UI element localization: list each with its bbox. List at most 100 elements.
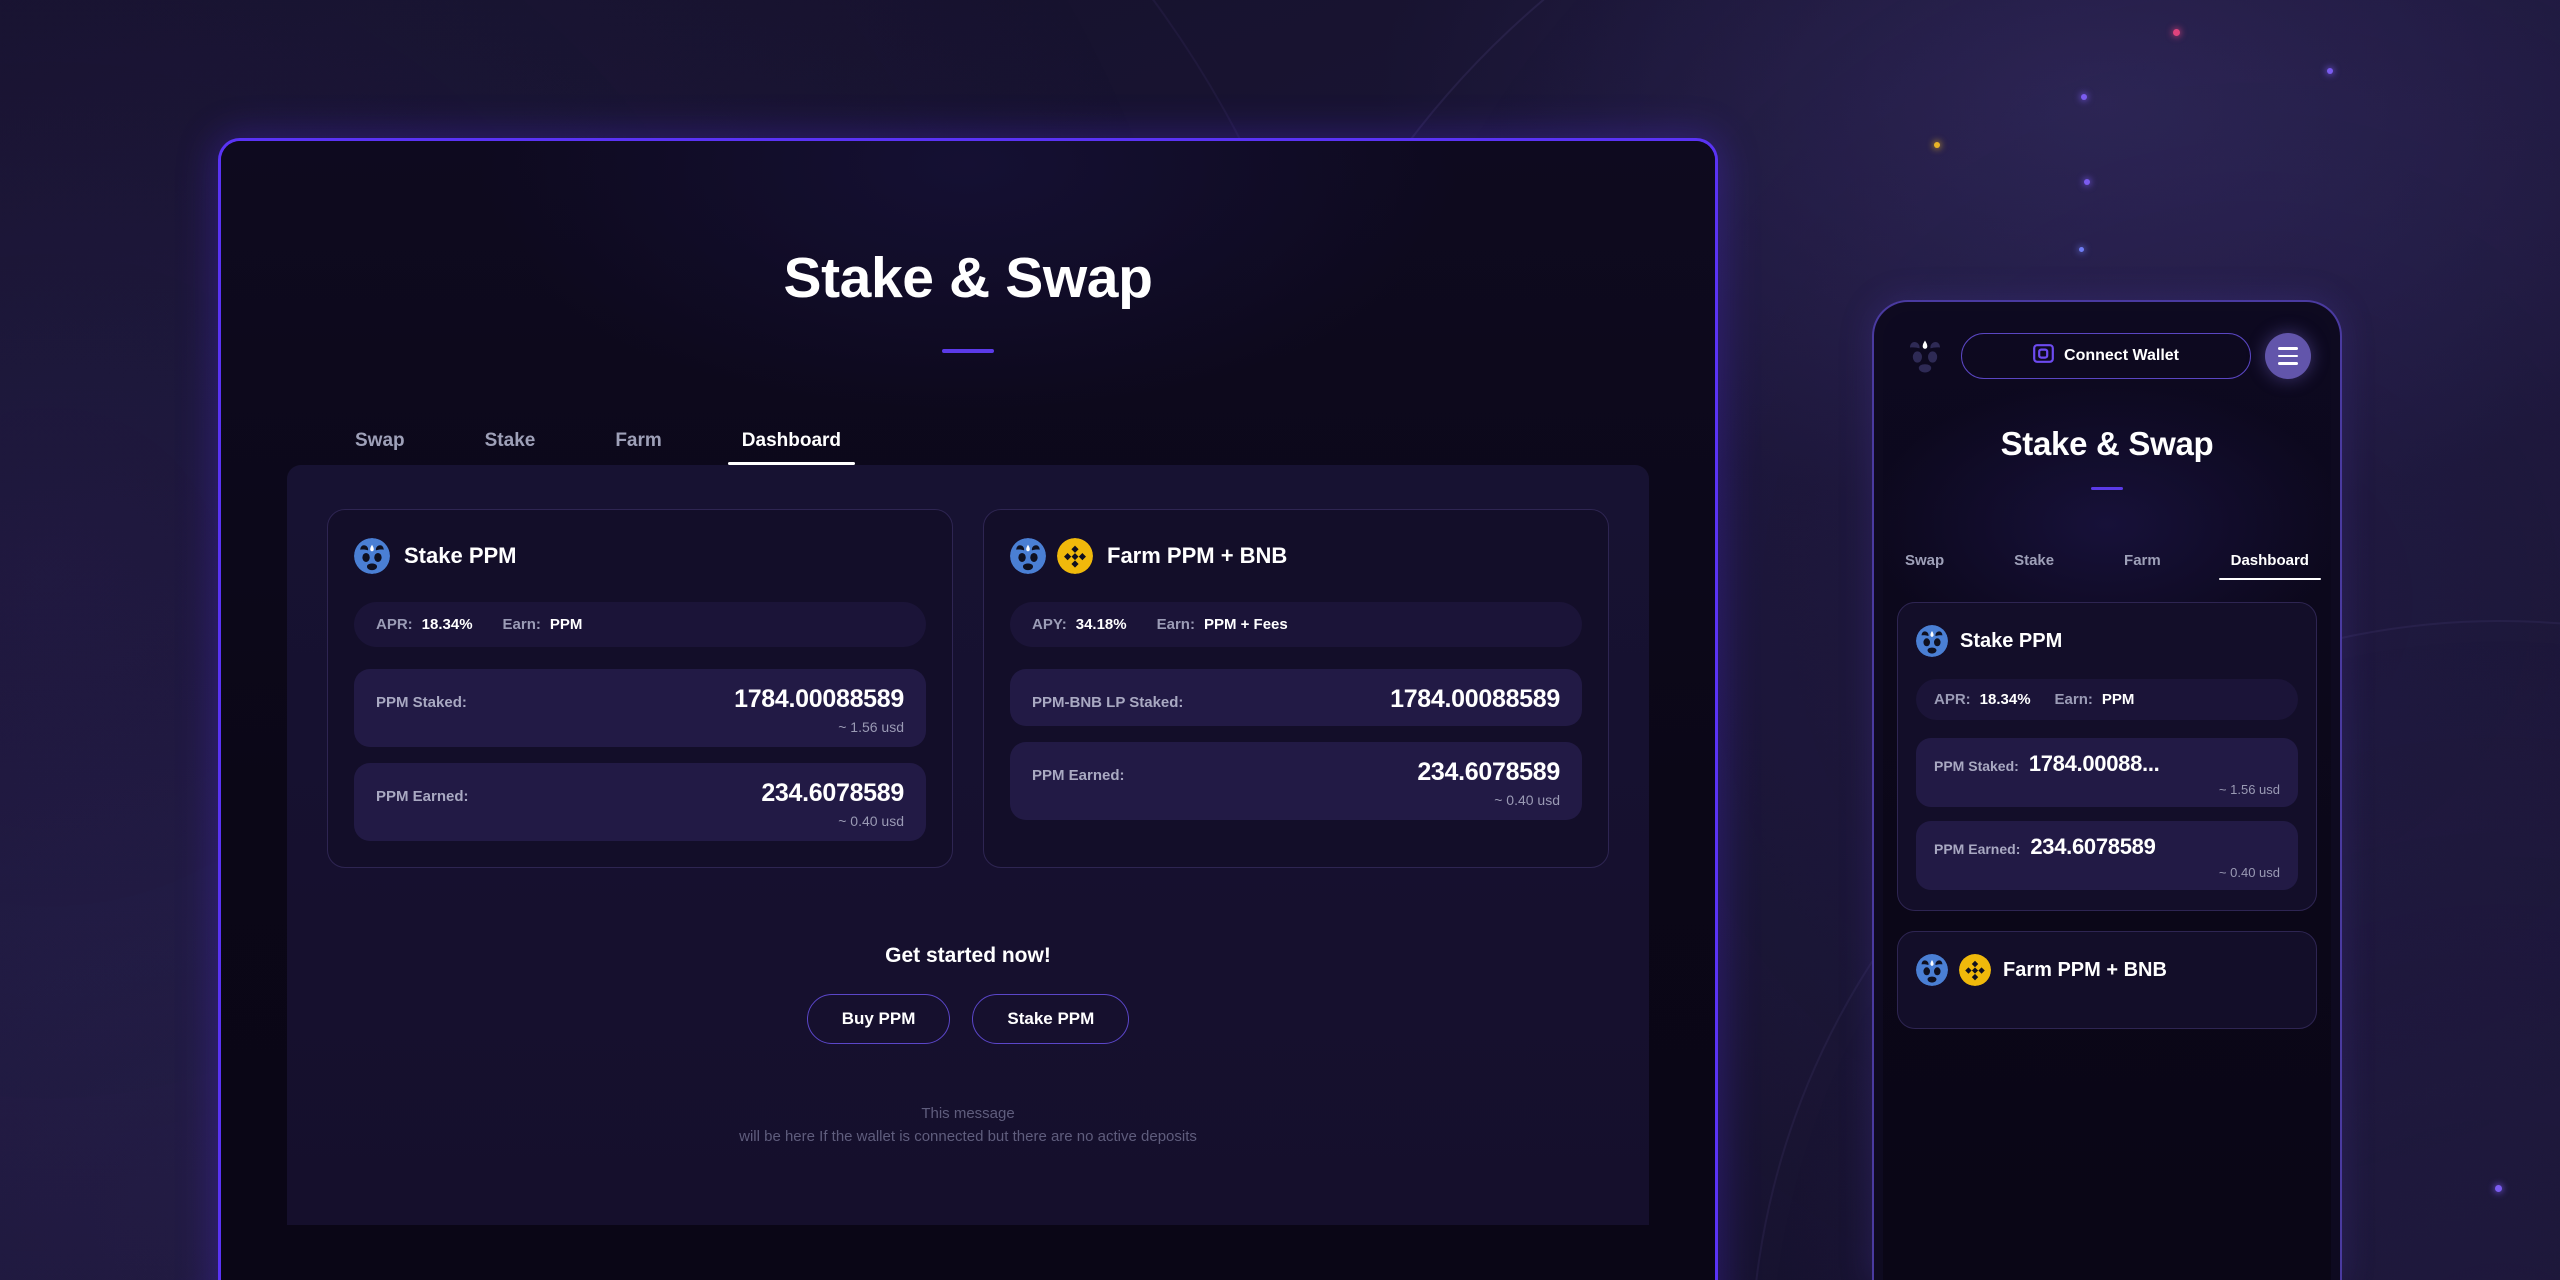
tab-farm[interactable]: Farm	[601, 430, 675, 465]
pool-stat-label: PPM Earned:	[1032, 767, 1125, 784]
coin-pair	[1916, 954, 1991, 986]
pool-meta-label: Earn:	[2054, 691, 2093, 708]
empty-state-note: This message will be here If the wallet …	[327, 1102, 1609, 1149]
tab-stake[interactable]: Stake	[2004, 552, 2064, 580]
mobile-page-title: Stake & Swap	[2000, 425, 2214, 462]
pool-stat-usd: ~ 0.40 usd	[1494, 792, 1560, 808]
pool-stat-usd: ~ 0.40 usd	[2218, 865, 2280, 880]
panda-logo-icon	[1910, 340, 1940, 373]
pool-stat-label: PPM Staked:	[376, 694, 467, 711]
background-star	[2327, 68, 2333, 74]
mobile-tab-bar[interactable]: Swap Stake Farm Dashboard	[1883, 536, 2331, 583]
pool-stat-usd: ~ 0.40 usd	[838, 813, 904, 829]
connect-wallet-button[interactable]: Connect Wallet	[1961, 333, 2251, 379]
hamburger-menu-button[interactable]	[2265, 333, 2311, 379]
wallet-icon	[2033, 344, 2054, 368]
bnb-coin-icon	[1959, 954, 1991, 986]
page-title: Stake & Swap	[783, 246, 1153, 310]
background-star	[2173, 29, 2180, 36]
tab-dashboard[interactable]: Dashboard	[703, 408, 880, 469]
pool-stat-value: 1784.00088589	[734, 685, 904, 713]
pool-stat-usd: ~ 1.56 usd	[838, 719, 904, 735]
desktop-mockup: Stake & Swap Swap Stake Farm Dashboard Stak…	[218, 138, 1718, 1280]
desktop-hero: Stake & Swap	[221, 141, 1715, 353]
pool-stat-value: 234.6078589	[761, 779, 904, 807]
hamburger-bar	[2278, 347, 2298, 350]
pool-stat-label: PPM Staked:	[1934, 758, 2019, 774]
ppm-coin-icon	[1916, 954, 1948, 986]
pool-stat-value: 1784.00088...	[2028, 751, 2160, 776]
pool-meta-label: Earn:	[502, 616, 541, 633]
tab-dashboard[interactable]: Dashboard	[2204, 536, 2331, 583]
wallet-icon	[2033, 344, 2054, 363]
empty-state-note-line1: This message	[921, 1105, 1015, 1122]
pool-stat-value: 234.6078589	[1417, 758, 1560, 786]
background-star	[2079, 247, 2084, 252]
pool-meta-label: Earn:	[1156, 616, 1195, 633]
tab-swap[interactable]: Swap	[1895, 552, 1954, 580]
title-divider	[942, 349, 994, 353]
pool-card: Farm PPM + BNB APY: 34.18% Earn: PPM + Fees P…	[983, 509, 1609, 868]
bnb-coin-icon	[1057, 538, 1093, 574]
pool-meta-item: Earn: PPM + Fees	[1157, 616, 1288, 633]
get-started-title: Get started now!	[885, 944, 1051, 967]
coin-pair	[1916, 625, 1948, 657]
pool-card-title: Farm PPM + BNB	[1107, 543, 1288, 568]
background-star	[2084, 179, 2090, 185]
empty-state-note-line2: will be here If the wallet is connected …	[739, 1128, 1197, 1146]
ppm-coin-icon	[354, 538, 390, 574]
pool-meta-item: Earn: PPM	[503, 616, 583, 633]
mobile-hero: Stake & Swap	[1883, 379, 2331, 490]
hamburger-bar	[2278, 362, 2298, 365]
panda-logo-icon	[1903, 334, 1947, 378]
stake-ppm-button[interactable]: Stake PPM	[972, 994, 1130, 1044]
dashboard-panel: Stake PPM APR: 18.34% Earn: PPM PPM Staked: 17…	[287, 465, 1649, 1225]
pool-meta-label: APR:	[376, 616, 413, 633]
phone-mockup: Connect Wallet Stake & Swap Swap Stake Far…	[1872, 300, 2342, 1280]
pool-stat-row: PPM Earned: 234.6078589 ~ 0.40 usd	[354, 763, 926, 841]
pool-meta-value: 34.18%	[1075, 616, 1127, 633]
pool-stat-label: PPM Earned:	[376, 788, 469, 805]
pool-stat-row: PPM Staked: 1784.00088589 ~ 1.56 usd	[354, 669, 926, 747]
pool-card: Stake PPM APR: 18.34% Earn: PPM PPM Staked: 17…	[1897, 602, 2317, 911]
tab-stake[interactable]: Stake	[471, 430, 550, 465]
pool-stat-label: PPM Earned:	[1934, 841, 2021, 857]
connect-wallet-label: Connect Wallet	[2064, 347, 2179, 364]
pool-stat-usd: ~ 1.56 usd	[2218, 782, 2280, 797]
pool-meta-value: PPM	[549, 616, 583, 633]
pool-stat-row: PPM Earned: 234.6078589 ~ 0.40 usd	[1010, 742, 1582, 820]
pool-meta-value: PPM	[2101, 691, 2135, 708]
tab-bar[interactable]: Swap Stake Farm Dashboard	[221, 408, 1715, 469]
pool-card-title: Stake PPM	[404, 543, 517, 568]
pool-meta-label: APY:	[1032, 616, 1067, 633]
pool-meta-value: 18.34%	[421, 616, 473, 633]
pool-stat-value: 1784.00088589	[1390, 685, 1560, 713]
pool-meta-pill: APR: 18.34% Earn: PPM	[1916, 679, 2298, 720]
pool-card-title: Farm PPM + BNB	[2003, 958, 2167, 981]
pool-card: Farm PPM + BNB	[1897, 931, 2317, 1029]
mobile-header: Connect Wallet	[1883, 311, 2331, 379]
pool-meta-item: Earn: PPM	[2055, 691, 2135, 708]
mobile-title-divider	[2091, 487, 2123, 490]
pool-meta-item: APR: 18.34%	[1934, 691, 2031, 708]
pool-stat-label: PPM-BNB LP Staked:	[1032, 694, 1184, 711]
coin-pair	[1010, 538, 1093, 574]
buy-ppm-button[interactable]: Buy PPM	[806, 994, 951, 1044]
pool-stat-value: 234.6078589	[2030, 834, 2156, 859]
pool-stat-row: PPM Earned: 234.6078589 ~ 0.40 usd	[1916, 821, 2298, 890]
background-star	[2495, 1185, 2502, 1192]
hamburger-bar	[2278, 354, 2298, 358]
ppm-coin-icon	[1010, 538, 1046, 574]
get-started-section: Get started now! Buy PPM Stake PPM This …	[327, 944, 1609, 1149]
pool-meta-label: APR:	[1934, 691, 1971, 708]
pool-meta-pill: APR: 18.34% Earn: PPM	[354, 602, 926, 647]
pool-stat-row: PPM Staked: 1784.00088... ~ 1.56 usd	[1916, 738, 2298, 807]
ppm-coin-icon	[1916, 625, 1948, 657]
tab-farm[interactable]: Farm	[2114, 552, 2171, 580]
tab-swap[interactable]: Swap	[341, 430, 419, 465]
pool-meta-item: APY: 34.18%	[1032, 616, 1127, 633]
mobile-dashboard-panel: Stake PPM APR: 18.34% Earn: PPM PPM Staked: 17…	[1883, 580, 2331, 1029]
pool-meta-value: PPM + Fees	[1203, 616, 1288, 633]
background-star	[1934, 142, 1940, 148]
background-star	[2081, 94, 2087, 100]
